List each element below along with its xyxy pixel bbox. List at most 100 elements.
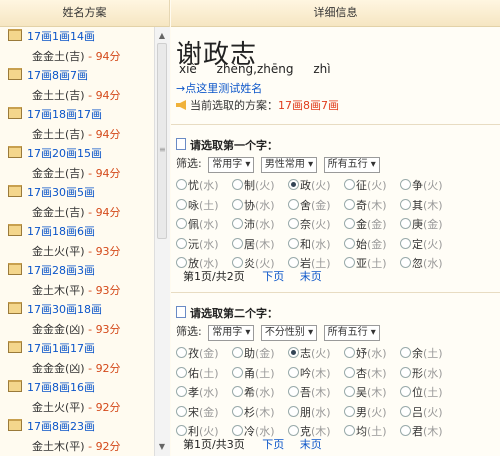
radio-icon[interactable] <box>344 386 355 397</box>
char-option[interactable]: 吟(木) <box>288 364 343 383</box>
radio-icon[interactable] <box>176 218 187 229</box>
radio-icon[interactable] <box>232 366 243 378</box>
char-option[interactable]: 其(木) <box>400 196 455 215</box>
radio-icon[interactable] <box>176 405 187 417</box>
scheme-item[interactable]: 17画18画6画 <box>0 222 154 242</box>
radio-icon[interactable] <box>400 218 411 229</box>
radio-icon[interactable] <box>400 198 411 210</box>
char-type-select[interactable]: 常用字 ▾ <box>208 157 255 173</box>
char-option[interactable]: 忧(水) <box>176 176 231 195</box>
char-option[interactable]: 亚(土) <box>344 254 399 273</box>
radio-icon[interactable] <box>400 405 411 417</box>
radio-icon[interactable] <box>176 179 187 190</box>
char-option[interactable]: 沛(水) <box>232 215 287 234</box>
radio-icon[interactable] <box>288 386 299 397</box>
radio-icon[interactable] <box>400 237 411 249</box>
char-option[interactable]: 余(土) <box>400 344 455 363</box>
char-option[interactable]: 征(火) <box>344 176 399 195</box>
radio-icon[interactable] <box>176 198 187 210</box>
char-option[interactable]: 沅(水) <box>176 235 231 254</box>
char-option[interactable]: 奇(木) <box>344 196 399 215</box>
radio-icon[interactable] <box>344 425 355 436</box>
char-option[interactable]: 吴(木) <box>344 383 399 402</box>
scrollbar-thumb[interactable]: ≡ <box>157 43 167 239</box>
scheme-item[interactable]: 17画20画15画 <box>0 144 154 164</box>
scheme-item[interactable]: 17画28画3画 <box>0 261 154 281</box>
radio-icon[interactable] <box>344 237 355 249</box>
radio-icon[interactable] <box>344 257 355 268</box>
element-select[interactable]: 所有五行 ▾ <box>323 325 380 341</box>
char-option[interactable]: 咏(土) <box>176 196 231 215</box>
scheme-item[interactable]: 17画1画17画 <box>0 339 154 359</box>
radio-icon[interactable] <box>232 237 243 249</box>
radio-icon[interactable] <box>288 198 299 210</box>
radio-icon[interactable] <box>344 347 355 358</box>
radio-icon[interactable] <box>288 366 299 378</box>
scheme-item[interactable]: 17画18画17画 <box>0 105 154 125</box>
char-option[interactable]: 杉(木) <box>232 403 287 422</box>
radio-icon[interactable] <box>176 366 187 378</box>
radio-icon[interactable] <box>288 425 299 436</box>
radio-icon[interactable] <box>400 366 411 378</box>
radio-icon[interactable] <box>232 179 243 190</box>
radio-icon[interactable] <box>400 347 411 358</box>
char-option[interactable]: 庚(金) <box>400 215 455 234</box>
radio-icon[interactable] <box>344 179 355 190</box>
char-type-select[interactable]: 常用字 ▾ <box>208 325 255 341</box>
radio-icon[interactable] <box>344 366 355 378</box>
char-option[interactable]: 孜(金) <box>176 344 231 363</box>
char-option[interactable]: 佩(水) <box>176 215 231 234</box>
radio-icon[interactable] <box>232 425 243 436</box>
char-option[interactable]: 协(水) <box>232 196 287 215</box>
radio-icon[interactable] <box>232 218 243 229</box>
radio-icon[interactable] <box>288 179 299 190</box>
char-option[interactable]: 助(金) <box>232 344 287 363</box>
scroll-down-arrow-icon[interactable]: ▼ <box>157 442 167 452</box>
radio-icon[interactable] <box>176 257 187 268</box>
char-option[interactable]: 均(土) <box>344 422 399 441</box>
char-option[interactable]: 妤(水) <box>344 344 399 363</box>
char-option[interactable]: 忽(水) <box>400 254 455 273</box>
char-option[interactable]: 君(木) <box>400 422 455 441</box>
char-option[interactable]: 政(火) <box>288 176 343 195</box>
scheme-item[interactable]: 17画30画18画 <box>0 300 154 320</box>
char-option[interactable]: 形(水) <box>400 364 455 383</box>
scroll-up-arrow-icon[interactable]: ▲ <box>157 31 167 41</box>
radio-icon[interactable] <box>344 218 355 229</box>
char-option[interactable]: 甬(土) <box>232 364 287 383</box>
radio-icon[interactable] <box>176 386 187 397</box>
radio-icon[interactable] <box>288 237 299 249</box>
scheme-item[interactable]: 17画8画23画 <box>0 417 154 437</box>
radio-icon[interactable] <box>400 425 411 436</box>
char-option[interactable]: 朋(水) <box>288 403 343 422</box>
radio-icon[interactable] <box>344 405 355 417</box>
char-option[interactable]: 男(火) <box>344 403 399 422</box>
char-option[interactable]: 奈(火) <box>288 215 343 234</box>
radio-icon[interactable] <box>232 405 243 417</box>
char-option[interactable]: 杏(木) <box>344 364 399 383</box>
test-name-link[interactable]: →点这里测试姓名 <box>176 80 262 96</box>
scheme-item[interactable]: 17画1画14画 <box>0 27 154 47</box>
radio-icon[interactable] <box>288 405 299 417</box>
char-option[interactable]: 和(水) <box>288 235 343 254</box>
radio-icon[interactable] <box>176 347 187 358</box>
scrollbar[interactable]: ▲ ≡ ▼ <box>154 27 170 456</box>
char-option[interactable]: 宋(金) <box>176 403 231 422</box>
char-option[interactable]: 位(土) <box>400 383 455 402</box>
char-option[interactable]: 佑(土) <box>176 364 231 383</box>
char-option[interactable]: 争(火) <box>400 176 455 195</box>
radio-icon[interactable] <box>400 179 411 190</box>
next-page-link[interactable]: 下页 <box>262 438 284 451</box>
char-option[interactable]: 志(火) <box>288 344 343 363</box>
radio-icon[interactable] <box>232 347 243 358</box>
scheme-item[interactable]: 17画8画16画 <box>0 378 154 398</box>
radio-icon[interactable] <box>344 198 355 210</box>
char-option[interactable]: 金(金) <box>344 215 399 234</box>
char-option[interactable]: 舍(金) <box>288 196 343 215</box>
element-select[interactable]: 所有五行 ▾ <box>323 157 380 173</box>
radio-icon[interactable] <box>232 257 243 268</box>
gender-select[interactable]: 男性常用 ▾ <box>260 157 318 173</box>
radio-icon[interactable] <box>232 386 243 397</box>
radio-icon[interactable] <box>288 257 299 268</box>
char-option[interactable]: 始(金) <box>344 235 399 254</box>
